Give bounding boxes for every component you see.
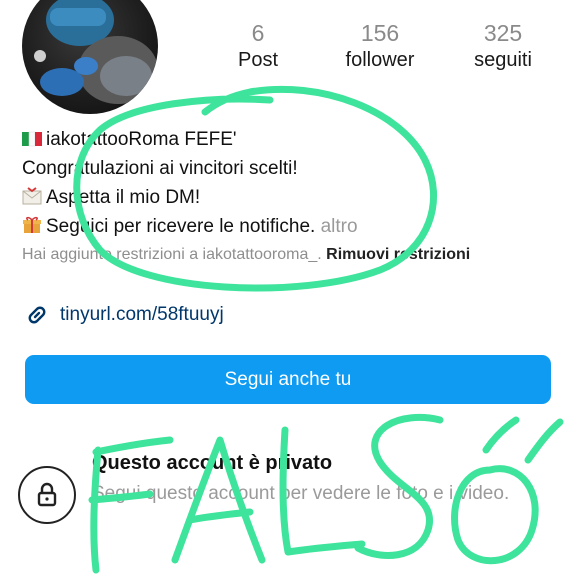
bio-line-1: Congratulazioni ai vincitori scelti! — [22, 158, 298, 179]
following-label: seguiti — [474, 49, 532, 71]
profile-avatar[interactable] — [22, 0, 158, 114]
private-account-title: Questo account è privato — [92, 452, 333, 474]
profile-link[interactable]: tinyurl.com/58ftuuyj — [24, 304, 224, 326]
bio-line-2: Aspetta il mio DM! — [22, 186, 200, 210]
followers-count: 156 — [360, 20, 400, 46]
annotation-accent-1 — [482, 416, 520, 454]
follow-button[interactable]: Segui anche tu — [25, 355, 551, 404]
envelope-icon — [22, 187, 42, 205]
following-count: 325 — [483, 20, 523, 46]
followers-label: follower — [345, 49, 415, 71]
lock-icon — [37, 482, 57, 507]
profile-link-text: tinyurl.com/58ftuuyj — [60, 304, 224, 325]
stat-following[interactable]: 325 seguiti — [448, 20, 558, 74]
gift-icon — [22, 216, 42, 234]
bio-line-2-text: Aspetta il mio DM! — [46, 187, 201, 208]
link-icon — [24, 304, 50, 326]
profile-display-name: iakotattooRoma FEFE' — [46, 129, 237, 150]
stat-posts[interactable]: 6 Post — [203, 20, 313, 74]
avatar-photo — [34, 0, 158, 104]
private-lock-badge — [18, 466, 76, 524]
remove-restriction-link[interactable]: Rimuovi restrizioni — [326, 246, 470, 263]
private-account-subtitle: Segui questo account per vedere le foto … — [92, 483, 510, 504]
stat-followers[interactable]: 156 follower — [325, 20, 435, 74]
posts-label: Post — [237, 49, 279, 71]
bio-more-link[interactable]: altro — [321, 216, 358, 237]
annotation-accent-2 — [524, 418, 564, 464]
italy-flag-icon — [22, 130, 42, 148]
bio-line-3-text: Seguici per ricevere le notifiche. — [46, 216, 316, 237]
restriction-notice: Hai aggiunto restrizioni a iakotattoorom… — [22, 244, 542, 266]
posts-count: 6 — [251, 20, 265, 46]
restriction-text: Hai aggiunto restrizioni a iakotattoorom… — [22, 246, 322, 263]
bio-name-line: iakotattooRoma FEFE' — [22, 128, 237, 152]
bio-line-3: Seguici per ricevere le notifiche. altro — [22, 215, 358, 239]
